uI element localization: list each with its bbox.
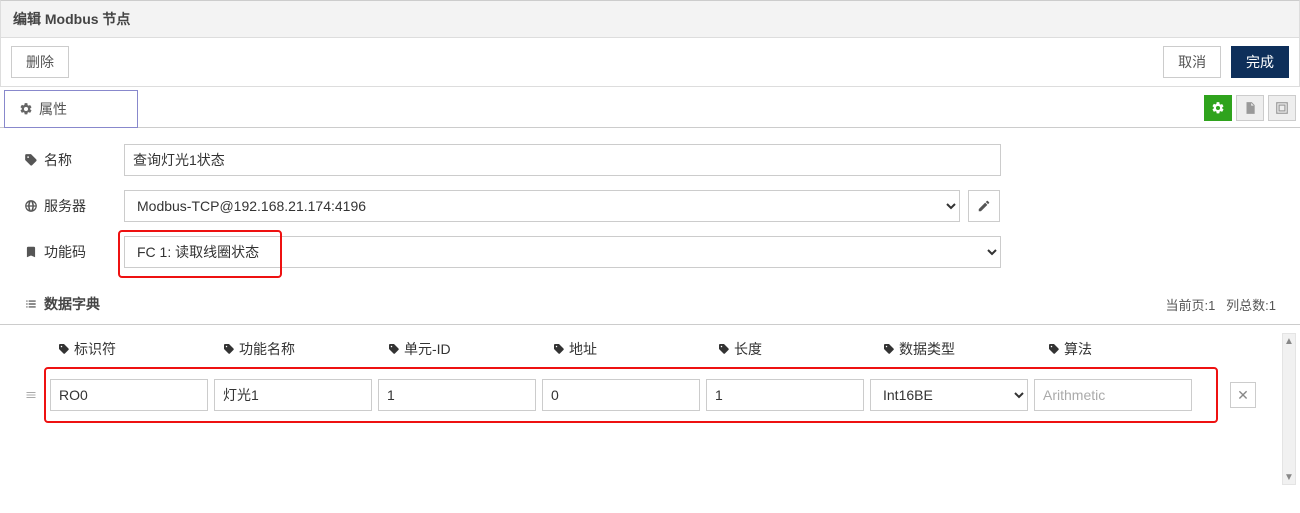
col-count: 列总数:1	[1226, 298, 1276, 313]
done-button[interactable]: 完成	[1231, 46, 1289, 78]
cell-address[interactable]	[542, 379, 700, 411]
close-icon: ✕	[1237, 387, 1249, 404]
scrollbar[interactable]: ▲ ▼	[1282, 333, 1296, 485]
label-function-code: 功能码	[24, 242, 124, 262]
settings-gear-button[interactable]	[1204, 95, 1232, 121]
dict-row-wrap: Int16BE ✕	[24, 367, 1256, 423]
description-button[interactable]	[1236, 95, 1264, 121]
tag-icon	[553, 343, 565, 355]
globe-icon	[24, 199, 38, 213]
tag-icon	[223, 343, 235, 355]
tab-properties-label: 属性	[39, 99, 67, 119]
row-server: 服务器 Modbus-TCP@192.168.21.174:4196	[24, 190, 1276, 222]
label-server: 服务器	[24, 196, 124, 216]
tag-icon	[24, 153, 38, 167]
tabs-right-icons	[1204, 91, 1296, 125]
tag-icon	[883, 343, 895, 355]
page-count: 当前页:1	[1165, 298, 1215, 313]
col-length: 长度	[718, 339, 883, 359]
table-row: Int16BE	[44, 367, 1218, 423]
server-select[interactable]: Modbus-TCP@192.168.21.174:4196	[124, 190, 960, 222]
tabs-row: 属性	[0, 89, 1300, 128]
row-function-code: 功能码 FC 1: 读取线圈状态	[24, 236, 1276, 268]
cancel-button[interactable]: 取消	[1163, 46, 1221, 78]
list-icon	[24, 297, 38, 311]
col-algorithm: 算法	[1048, 339, 1208, 359]
dict-headers: 标识符 功能名称 单元-ID 地址 长度 数据类型 算法	[24, 325, 1256, 367]
row-name: 名称	[24, 144, 1276, 176]
name-input[interactable]	[124, 144, 1001, 176]
dict-counts: 当前页:1 列总数:1	[1165, 295, 1276, 314]
tag-icon	[58, 343, 70, 355]
col-identifier: 标识符	[58, 339, 223, 359]
dialog-title: 编辑 Modbus 节点	[0, 0, 1300, 38]
dialog-title-text: 编辑 Modbus 节点	[13, 11, 130, 27]
scroll-down-icon[interactable]: ▼	[1283, 470, 1295, 484]
label-name: 名称	[24, 150, 124, 170]
tag-icon	[718, 343, 730, 355]
appearance-button[interactable]	[1268, 95, 1296, 121]
tab-properties[interactable]: 属性	[4, 90, 138, 128]
bookmark-icon	[24, 245, 38, 259]
cell-func-name[interactable]	[214, 379, 372, 411]
dict-section-header: 数据字典 当前页:1 列总数:1	[0, 288, 1300, 325]
cell-identifier[interactable]	[50, 379, 208, 411]
action-bar: 删除 取消 完成	[0, 38, 1300, 87]
function-code-highlight: FC 1: 读取线圈状态	[124, 236, 1001, 268]
cell-algorithm[interactable]	[1034, 379, 1192, 411]
function-code-select[interactable]: FC 1: 读取线圈状态	[124, 236, 1001, 268]
drag-handle-icon[interactable]	[24, 389, 44, 401]
delete-button[interactable]: 删除	[11, 46, 69, 78]
tag-icon	[388, 343, 400, 355]
col-func-name: 功能名称	[223, 339, 388, 359]
scroll-up-icon[interactable]: ▲	[1283, 334, 1295, 348]
col-address: 地址	[553, 339, 718, 359]
form-area: 名称 服务器 Modbus-TCP@192.168.21.174:4196 功能…	[0, 128, 1300, 288]
cell-length[interactable]	[706, 379, 864, 411]
tag-icon	[1048, 343, 1060, 355]
dict-area: ▲ ▼ 标识符 功能名称 单元-ID 地址 长度 数据类型	[0, 325, 1300, 493]
gear-icon	[19, 102, 33, 116]
action-bar-right: 取消 完成	[1163, 46, 1289, 78]
edit-server-button[interactable]	[968, 190, 1000, 222]
cell-unit-id[interactable]	[378, 379, 536, 411]
col-unit-id: 单元-ID	[388, 339, 553, 359]
col-data-type: 数据类型	[883, 339, 1048, 359]
cell-data-type[interactable]: Int16BE	[870, 379, 1028, 411]
remove-row-button[interactable]: ✕	[1230, 382, 1256, 408]
dict-section-title: 数据字典	[24, 294, 100, 314]
